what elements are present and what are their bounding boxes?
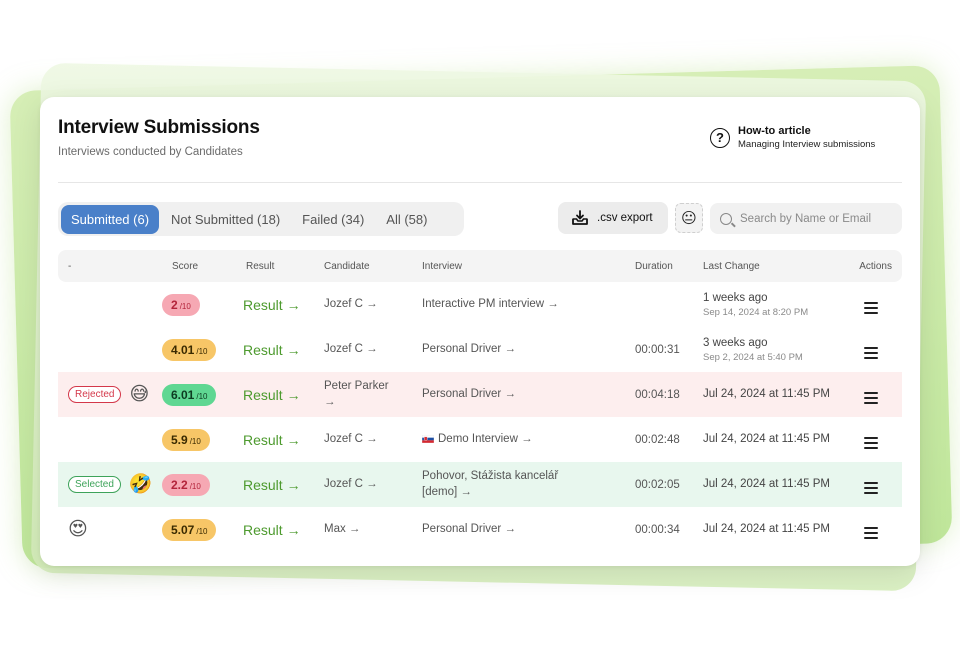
score-badge: 2/10 xyxy=(162,293,200,316)
duration: 00:00:34 xyxy=(635,523,680,536)
page-subtitle: Interviews conducted by Candidates xyxy=(58,146,243,158)
column-header-result: Result xyxy=(246,260,275,272)
column-header-candidate: Candidate xyxy=(324,260,370,272)
menu-icon[interactable] xyxy=(864,302,878,314)
column-header-status: - xyxy=(68,260,72,272)
result-link[interactable]: Result → xyxy=(243,342,301,358)
interview-link[interactable]: Demo Interview → xyxy=(422,432,635,448)
column-header-duration: Duration xyxy=(635,260,673,272)
search-box[interactable] xyxy=(710,203,902,234)
duration: 00:04:18 xyxy=(635,388,680,401)
header-divider xyxy=(58,182,902,183)
column-header-actions: Actions xyxy=(859,260,892,272)
column-header-score: Score xyxy=(172,260,199,272)
status-badge-rejected: Rejected xyxy=(68,386,122,403)
table-row: 2/10 Result → Jozef C → Interactive PM i… xyxy=(58,282,902,327)
column-header-interview: Interview xyxy=(422,260,463,272)
interview-link[interactable]: Interactive PM interview → xyxy=(422,297,635,313)
result-link[interactable]: Result → xyxy=(243,432,301,448)
interview-link[interactable]: Pohovor, Stážista kancelář [demo] → xyxy=(422,469,635,500)
table-header: - Score Result Candidate Interview Durat… xyxy=(58,250,902,282)
score-badge: 4.01/10 xyxy=(162,338,217,361)
csv-export-button[interactable]: .csv export xyxy=(558,202,668,234)
table-row: Selected 🤣 2.2/10 Result → Jozef C → Poh… xyxy=(58,462,902,507)
result-link[interactable]: Result → xyxy=(243,522,301,538)
howto-article-link[interactable]: ? How-to article Managing Interview subm… xyxy=(710,125,875,150)
heart-eyes-emoji-icon[interactable]: 😍 xyxy=(68,520,88,539)
tab-not-submitted[interactable]: Not Submitted (18) xyxy=(161,205,290,234)
csv-export-label: .csv export xyxy=(597,212,653,224)
interview-link[interactable]: Personal Driver → xyxy=(422,522,635,538)
candidate-link[interactable]: Peter Parker → xyxy=(324,379,422,410)
last-change-date: Jul 24, 2024 at 11:45 PM xyxy=(703,432,831,445)
candidate-link[interactable]: Max → xyxy=(324,522,422,538)
page-title: Interview Submissions xyxy=(58,117,260,138)
question-circle-icon: ? xyxy=(710,127,730,148)
column-header-last-change: Last Change xyxy=(703,260,760,272)
status-badge-selected: Selected xyxy=(68,476,121,493)
last-change-date: Jul 24, 2024 at 11:45 PM xyxy=(703,477,831,490)
candidate-link[interactable]: Jozef C → xyxy=(324,297,422,313)
neutral-face-icon[interactable]: 😐 xyxy=(675,203,703,233)
status-tabs: Submitted (6) Not Submitted (18) Failed … xyxy=(58,202,464,236)
score-badge: 2.2/10 xyxy=(162,473,210,496)
duration: 00:02:05 xyxy=(635,478,680,491)
slovakia-flag-icon xyxy=(422,434,434,443)
menu-icon[interactable] xyxy=(864,482,878,494)
result-link[interactable]: Result → xyxy=(243,477,301,493)
interview-link[interactable]: Personal Driver → xyxy=(422,387,635,403)
last-change-relative: 1 weeks ago xyxy=(703,291,768,304)
inbox-download-icon xyxy=(572,210,588,225)
table-row: 4.01/10 Result → Jozef C → Personal Driv… xyxy=(58,327,902,372)
table-row: 😍 5.07/10 Result → Max → Personal Driver… xyxy=(58,507,902,552)
interview-link[interactable]: Personal Driver → xyxy=(422,342,635,358)
candidate-link[interactable]: Jozef C → xyxy=(324,477,422,493)
last-change-relative: 3 weeks ago xyxy=(703,336,768,349)
tab-all[interactable]: All (58) xyxy=(376,205,437,234)
submissions-card: Interview Submissions Interviews conduct… xyxy=(40,97,920,566)
search-icon xyxy=(720,212,732,225)
howto-subtitle: Managing Interview submissions xyxy=(738,139,876,150)
duration: 00:02:48 xyxy=(635,433,680,446)
last-change-date: Sep 2, 2024 at 5:40 PM xyxy=(703,352,803,364)
result-link[interactable]: Result → xyxy=(243,387,301,403)
menu-icon[interactable] xyxy=(864,437,878,449)
last-change-date: Jul 24, 2024 at 11:45 PM xyxy=(703,387,831,400)
last-change-date: Sep 14, 2024 at 8:20 PM xyxy=(703,307,809,319)
search-input[interactable] xyxy=(738,211,902,226)
table-row: Rejected 😅 6.01/10 Result → Peter Parker… xyxy=(58,372,902,417)
menu-icon[interactable] xyxy=(864,527,878,539)
result-link[interactable]: Result → xyxy=(243,297,301,313)
score-badge: 5.07/10 xyxy=(162,518,217,541)
table-row: 5.9/10 Result → Jozef C → Demo Interview… xyxy=(58,417,902,462)
rofl-emoji-icon[interactable]: 🤣 xyxy=(129,475,153,494)
last-change-date: Jul 24, 2024 at 11:45 PM xyxy=(703,522,831,535)
candidate-link[interactable]: Jozef C → xyxy=(324,432,422,448)
duration: 00:00:31 xyxy=(635,343,680,356)
sweat-smile-emoji-icon[interactable]: 😅 xyxy=(129,385,149,404)
score-badge: 6.01/10 xyxy=(162,383,217,406)
howto-title: How-to article xyxy=(738,125,811,137)
menu-icon[interactable] xyxy=(864,392,878,404)
tab-failed[interactable]: Failed (34) xyxy=(292,205,374,234)
score-badge: 5.9/10 xyxy=(162,428,210,451)
candidate-link[interactable]: Jozef C → xyxy=(324,342,422,358)
tab-submitted[interactable]: Submitted (6) xyxy=(61,204,160,234)
submissions-table: - Score Result Candidate Interview Durat… xyxy=(58,250,902,552)
menu-icon[interactable] xyxy=(864,347,878,359)
